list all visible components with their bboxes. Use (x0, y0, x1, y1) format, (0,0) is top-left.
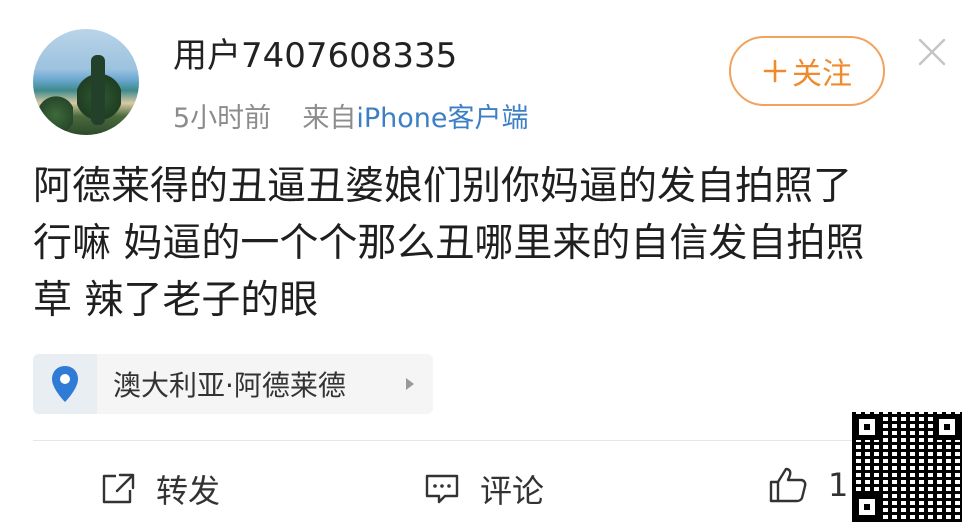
qr-code (852, 412, 962, 522)
qr-finder-top-right (934, 414, 960, 440)
location-icon-box (33, 354, 97, 414)
plus-icon (763, 59, 787, 83)
like-count: 1 (828, 466, 849, 504)
chevron-right-icon (406, 378, 414, 390)
location-tag[interactable]: 澳大利亚·阿德莱德 (33, 354, 433, 414)
source-prefix: 来自 (302, 103, 357, 134)
divider (33, 440, 948, 441)
share-icon (102, 473, 135, 504)
follow-button[interactable]: 关注 (729, 36, 885, 106)
comment-label: 评论 (480, 472, 545, 510)
repost-button[interactable]: 转发 (100, 466, 220, 512)
username[interactable]: 用户7407608335 (173, 34, 457, 78)
repost-label: 转发 (156, 472, 221, 510)
user-avatar[interactable] (33, 29, 139, 135)
post-meta: 5小时前 来自iPhone客户端 (173, 101, 529, 137)
avatar-trunk (91, 55, 105, 125)
comment-icon (425, 474, 459, 504)
source-device[interactable]: iPhone客户端 (356, 103, 528, 134)
qr-finder-top-left (854, 414, 880, 440)
post-content: 阿德莱得的丑逼丑婆娘们别你妈逼的发自拍照了 行嘛 妈逼的一个个那么丑哪里来的自信… (33, 164, 865, 323)
qr-finder-bottom-left (854, 494, 880, 520)
follow-label: 关注 (792, 58, 852, 91)
post-time: 5小时前 (173, 103, 272, 134)
comment-button[interactable]: 评论 (424, 466, 544, 512)
map-pin-icon (52, 366, 78, 402)
close-icon[interactable] (916, 36, 948, 68)
like-button[interactable]: 1 (768, 466, 848, 504)
avatar-bush (39, 95, 73, 135)
thumbs-up-icon (769, 467, 807, 503)
location-label: 澳大利亚·阿德莱德 (113, 369, 346, 402)
